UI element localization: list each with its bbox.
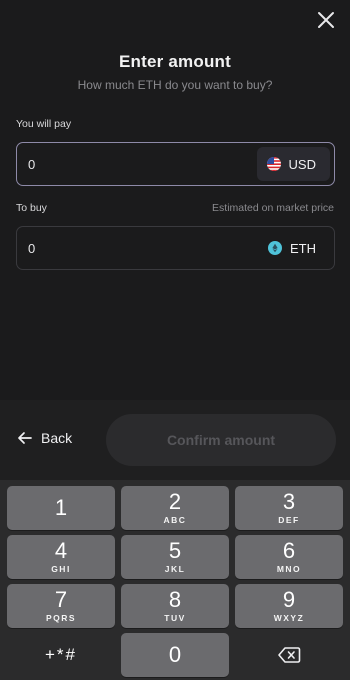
key-digit: 0 [168,642,182,667]
close-icon [318,12,334,28]
pay-label: You will pay [16,118,72,130]
key-digit: 3 [282,489,296,514]
market-price-hint: Estimated on market price [212,202,334,214]
key-digit: 6 [282,538,296,563]
pay-label-row: You will pay [16,118,334,130]
key-digit: 4 [54,538,68,563]
key-letters: JKL [164,564,186,574]
key-8[interactable]: 8 TUV [121,584,229,628]
page-title: Enter amount [119,52,231,71]
key-letters: TUV [164,613,186,623]
key-1[interactable]: 1 [7,486,115,530]
key-letters: GHI [51,564,71,574]
key-6[interactable]: 6 MNO [235,535,343,579]
buy-amount-value[interactable]: 0 [28,241,35,256]
buy-label-row: To buy Estimated on market price [16,202,334,214]
buy-currency-selector[interactable]: ETH [258,231,330,265]
key-7[interactable]: 7 PQRS [7,584,115,628]
key-digit: 2 [168,489,182,514]
us-flag-icon [266,157,281,171]
key-digit: 1 [54,495,68,520]
key-0[interactable]: 0 [121,633,229,677]
key-letters: PQRS [45,613,77,623]
confirm-amount-button[interactable]: Confirm amount [106,414,336,466]
backspace-icon [278,647,301,663]
buy-eth-screen: Enter amount How much ETH do you want to… [0,0,350,680]
key-digit: 7 [54,587,68,612]
pay-currency-label: USD [288,156,316,172]
close-button[interactable] [316,10,336,30]
numeric-keypad: 1 2 ABC 3 DEF 4 GHI 5 JKL 6 MNO 7 PQRS 8… [0,480,350,680]
buy-label: To buy [16,202,47,214]
key-5[interactable]: 5 JKL [121,535,229,579]
back-button[interactable]: Back [17,430,72,446]
key-letters: WXYZ [273,613,305,623]
buy-currency-label: ETH [290,240,316,256]
pay-amount-value[interactable]: 0 [28,157,35,172]
key-letters: ABC [163,515,187,525]
page-subtitle: How much ETH do you want to buy? [77,78,273,92]
key-9[interactable]: 9 WXYZ [235,584,343,628]
buy-amount-field[interactable]: 0 ETH [16,226,335,270]
key-letters: DEF [278,515,300,525]
eth-icon [268,241,282,255]
back-label: Back [41,430,73,446]
key-letters: MNO [276,564,302,574]
confirm-amount-label: Confirm amount [166,432,276,448]
content-spacer [0,300,350,400]
header: Enter amount How much ETH do you want to… [0,52,350,92]
key-backspace[interactable] [235,633,343,677]
key-digit: 8 [168,587,182,612]
key-digit: 9 [282,587,296,612]
key-3[interactable]: 3 DEF [235,486,343,530]
key-2[interactable]: 2 ABC [121,486,229,530]
pay-currency-selector[interactable]: USD [256,147,330,181]
key-4[interactable]: 4 GHI [7,535,115,579]
key-digit: 5 [168,538,182,563]
pay-amount-field[interactable]: 0 USD [16,142,335,186]
key-symbols[interactable]: +*# [7,633,115,677]
arrow-left-icon [18,432,32,444]
key-symbols-label: +*# [45,645,77,664]
